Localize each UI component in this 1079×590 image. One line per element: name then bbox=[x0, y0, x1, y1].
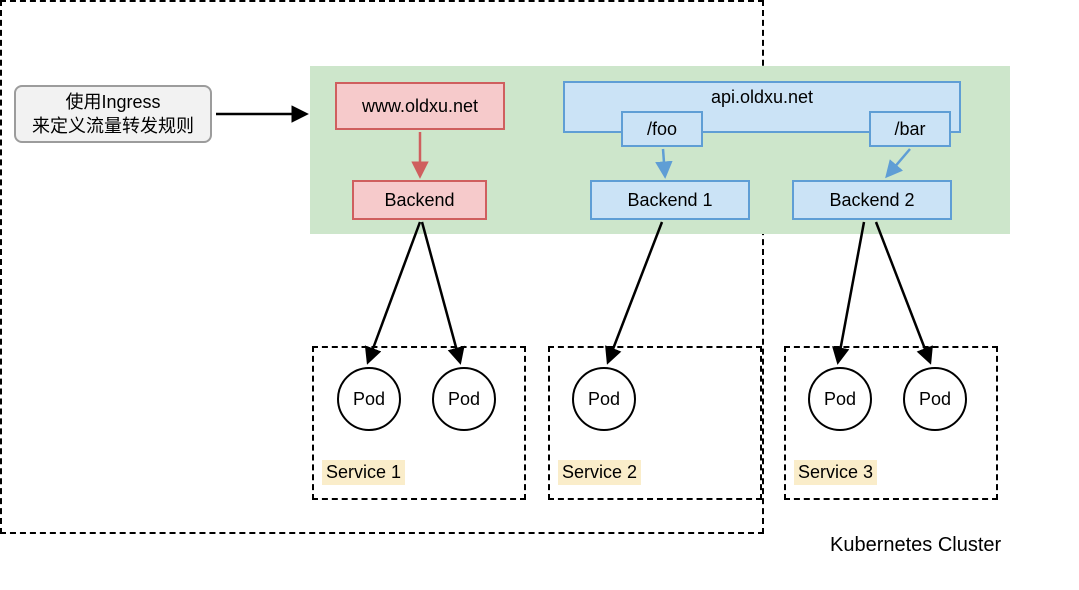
k8s-cluster-label: Kubernetes Cluster bbox=[830, 534, 1001, 557]
arrow-backend2-to-s3p2 bbox=[876, 222, 930, 362]
ingress-backend-1: Backend bbox=[352, 180, 487, 220]
service-3-pod-1: Pod bbox=[808, 367, 872, 431]
pod-label: Pod bbox=[353, 389, 385, 410]
pod-label: Pod bbox=[919, 389, 951, 410]
arrow-backend2-to-s3p1 bbox=[838, 222, 864, 362]
service-1-label: Service 1 bbox=[322, 460, 405, 485]
ingress-path-bar: /bar bbox=[869, 111, 951, 147]
ingress-backend-bar-label: Backend 2 bbox=[829, 190, 914, 211]
ingress-backend-foo-label: Backend 1 bbox=[627, 190, 712, 211]
ingress-backend-1-label: Backend bbox=[384, 190, 454, 211]
ingress-backend-bar: Backend 2 bbox=[792, 180, 952, 220]
external-label-line1: 使用Ingress bbox=[65, 90, 160, 114]
pod-label: Pod bbox=[824, 389, 856, 410]
external-label-box: 使用Ingress 来定义流量转发规则 bbox=[14, 85, 212, 143]
service-2-pod-1: Pod bbox=[572, 367, 636, 431]
service-3-label: Service 3 bbox=[794, 460, 877, 485]
service-2-label: Service 2 bbox=[558, 460, 641, 485]
ingress-host-www: www.oldxu.net bbox=[335, 82, 505, 130]
diagram-canvas: Kubernetes Cluster www.oldxu.net Backend… bbox=[0, 0, 1079, 590]
service-3-pod-2: Pod bbox=[903, 367, 967, 431]
pod-label: Pod bbox=[448, 389, 480, 410]
ingress-path-bar-label: /bar bbox=[894, 119, 925, 140]
pod-label: Pod bbox=[588, 389, 620, 410]
ingress-path-foo-label: /foo bbox=[647, 119, 677, 140]
ingress-backend-foo: Backend 1 bbox=[590, 180, 750, 220]
ingress-host-www-label: www.oldxu.net bbox=[362, 96, 478, 117]
service-1-pod-1: Pod bbox=[337, 367, 401, 431]
service-1-pod-2: Pod bbox=[432, 367, 496, 431]
ingress-path-foo: /foo bbox=[621, 111, 703, 147]
ingress-host-api-label: api.oldxu.net bbox=[711, 87, 813, 108]
external-label-line2: 来定义流量转发规则 bbox=[32, 114, 194, 138]
